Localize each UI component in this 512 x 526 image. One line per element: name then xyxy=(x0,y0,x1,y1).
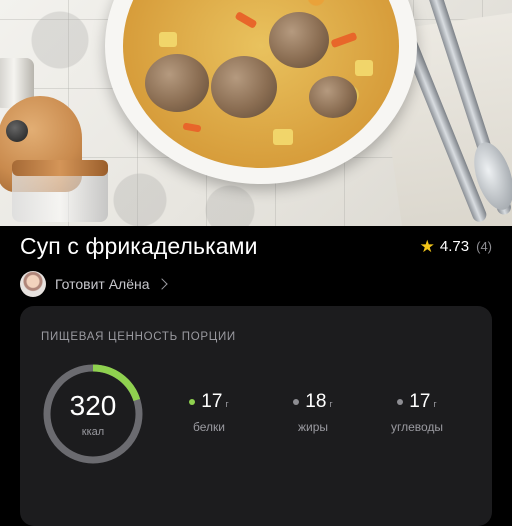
calories-value: 320 xyxy=(69,390,117,421)
author-link[interactable]: Готовит Алёна xyxy=(20,271,168,297)
nutrition-title: ПИЩЕВАЯ ЦЕННОСТЬ ПОРЦИИ xyxy=(41,331,236,343)
carrot-piece xyxy=(330,31,358,49)
avatar xyxy=(20,271,46,297)
macro-value-row: 17 г xyxy=(169,392,249,411)
macro-value: 18 xyxy=(305,391,327,412)
calories-unit: ккал xyxy=(81,426,105,438)
macro-unit: г xyxy=(329,399,333,409)
macro-label: углеводы xyxy=(390,420,444,434)
macro-label: жиры xyxy=(297,420,329,434)
shaker-knob xyxy=(6,120,28,142)
nutrition-card: ПИЩЕВАЯ ЦЕННОСТЬ ПОРЦИИ 320 ккал 17 г бе… xyxy=(20,306,492,526)
rating-value: 4.73 xyxy=(439,238,470,255)
calorie-ring: 320 ккал xyxy=(40,361,146,467)
meatball xyxy=(145,54,209,112)
carrot-piece xyxy=(182,122,202,133)
macro-unit: г xyxy=(433,399,437,409)
meatball xyxy=(309,76,357,118)
macro-value: 17 xyxy=(409,391,431,412)
macro-label: белки xyxy=(193,420,225,434)
macro-unit: г xyxy=(225,399,229,409)
recipe-hero-image xyxy=(0,0,512,226)
macro-dot xyxy=(189,398,196,405)
rating-count: (4) xyxy=(476,239,492,254)
chevron-right-icon xyxy=(155,278,168,290)
macro-protein: 17 г белки xyxy=(169,392,249,434)
shaker-band xyxy=(12,160,108,176)
star-icon: ★ xyxy=(419,237,435,256)
macro-carbs: 17 г углеводы xyxy=(377,392,457,434)
macro-value-row: 17 г xyxy=(377,392,457,411)
meatball xyxy=(269,12,329,68)
macro-fat: 18 г жиры xyxy=(273,392,353,434)
meatball xyxy=(211,56,277,118)
carrot-piece xyxy=(234,11,258,29)
rating[interactable]: ★ 4.73 (4) xyxy=(420,238,492,255)
salt-shaker xyxy=(0,96,110,224)
macro-dot xyxy=(293,398,300,405)
macro-value: 17 xyxy=(201,391,223,412)
macro-value-row: 18 г xyxy=(273,392,353,411)
potato-piece xyxy=(159,32,177,47)
macro-dot xyxy=(397,398,404,405)
potato-piece xyxy=(355,60,373,76)
recipe-title: Суп с фрикадельками xyxy=(20,233,258,259)
potato-piece xyxy=(273,129,293,145)
author-label: Готовит Алёна xyxy=(55,276,150,292)
calorie-ring-center: 320 ккал xyxy=(40,361,146,467)
soup xyxy=(123,0,399,168)
